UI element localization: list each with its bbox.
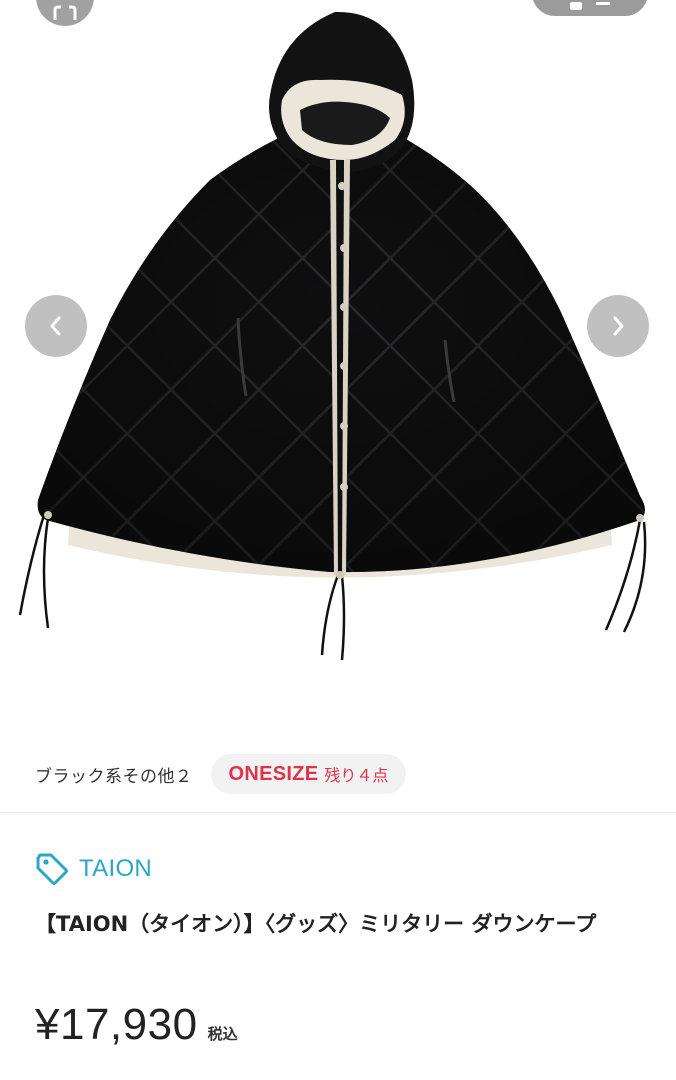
next-image-button[interactable] [587, 295, 649, 357]
variant-row: ブラック系その他２ ONESIZE 残り４点 [0, 748, 676, 800]
brand-name: TAION [79, 855, 153, 882]
product-image [18, 11, 647, 661]
price-row: ¥17,930 税込 [35, 1000, 238, 1050]
size-label: ONESIZE [228, 762, 319, 785]
product-title: 【TAION（タイオン）】〈グッズ〉ミリタリー ダウンケープ [35, 912, 597, 936]
price: ¥17,930 [35, 1000, 198, 1049]
chevron-right-icon [613, 316, 624, 336]
color-label: ブラック系その他２ [35, 766, 193, 787]
chevron-left-icon [50, 316, 61, 336]
tax-label: 税込 [207, 1025, 238, 1043]
prev-image-button[interactable] [25, 295, 87, 357]
tag-icon [36, 853, 68, 885]
grid-icon [570, 2, 582, 10]
stock-label: 残り４点 [324, 766, 389, 785]
product-image-gallery[interactable] [0, 0, 676, 720]
share-icon [596, 2, 610, 10]
image-actions-pill[interactable] [532, 0, 648, 16]
brand-link[interactable]: TAION [35, 850, 152, 888]
size-chip[interactable]: ONESIZE 残り４点 [210, 754, 407, 794]
divider [0, 812, 676, 813]
scan-icon [53, 5, 77, 20]
